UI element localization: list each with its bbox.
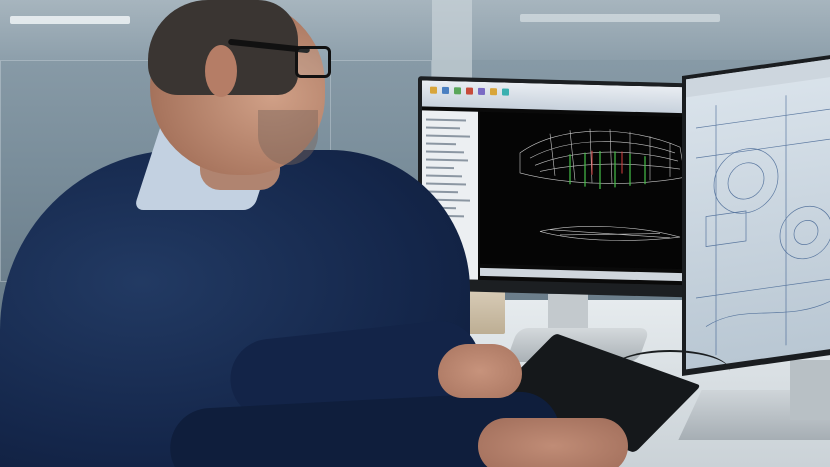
- tree-row: [426, 126, 460, 130]
- monitor-icon: [682, 52, 830, 376]
- office-scene: [0, 0, 830, 467]
- hand-on-keyboard: [478, 418, 628, 467]
- toolbar-icon: [454, 87, 461, 95]
- toolbar-icon: [430, 86, 437, 94]
- person-ear: [205, 45, 237, 97]
- 3d-viewport: [480, 111, 702, 270]
- glasses-lens: [295, 46, 331, 78]
- ceiling: [0, 0, 830, 60]
- toolbar-icon: [502, 88, 509, 96]
- tree-row: [426, 174, 462, 178]
- tree-row: [426, 150, 464, 154]
- toolbar-icon: [442, 86, 449, 95]
- toolbar-icon: [478, 87, 485, 95]
- toolbar-icon: [466, 87, 473, 95]
- cad-ribbon-toolbar: [422, 80, 702, 114]
- ceiling-light: [10, 16, 130, 24]
- tree-row: [426, 134, 470, 138]
- tree-row: [426, 142, 456, 146]
- monitor-stand: [790, 360, 830, 420]
- tree-row: [426, 118, 466, 122]
- wireframe-model: [519, 128, 686, 241]
- tree-row: [426, 158, 468, 162]
- tree-row: [426, 182, 466, 186]
- technical-drawing: [696, 95, 830, 356]
- status-bar: [480, 267, 702, 282]
- blueprint-screen: [686, 56, 830, 370]
- ceiling-light: [520, 14, 720, 22]
- toolbar-icon: [490, 88, 497, 96]
- tree-row: [426, 166, 454, 170]
- hand-on-mouse: [438, 344, 522, 398]
